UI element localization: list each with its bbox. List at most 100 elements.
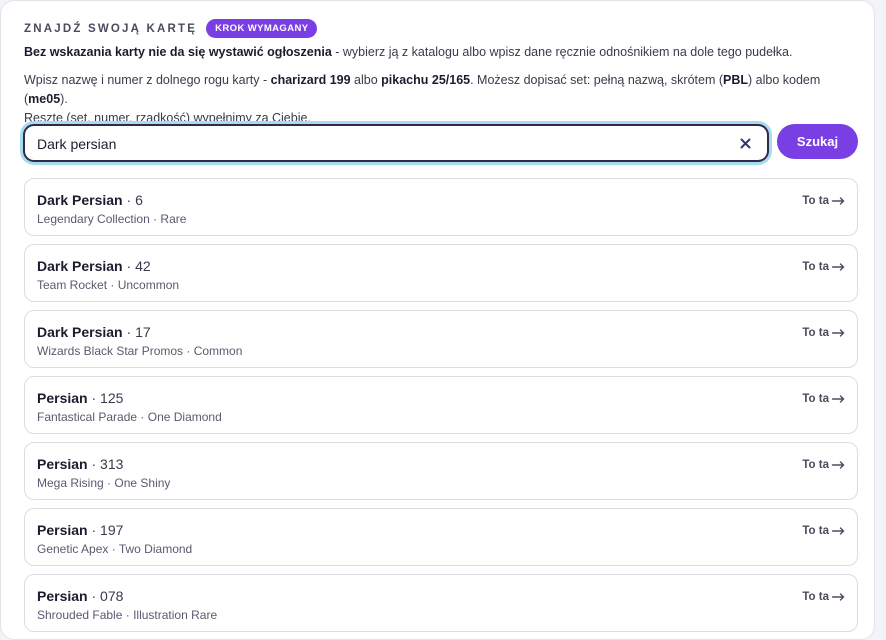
result-separator: · [149, 212, 161, 226]
hint-text-a: Wpisz nazwę i numer z dolnego rogu karty… [24, 73, 271, 87]
result-card-number: 313 [100, 456, 124, 472]
arrow-right-icon [832, 593, 845, 601]
result-rarity: One Shiny [114, 476, 171, 490]
result-card-name: Persian [37, 456, 88, 472]
select-card-button[interactable]: To ta [802, 591, 845, 603]
arrow-right-icon [832, 527, 845, 535]
result-set-name: Legendary Collection [37, 212, 150, 226]
result-title: Persian · 125 [37, 390, 123, 406]
hint-example-1: charizard 199 [270, 73, 351, 87]
result-set-name: Wizards Black Star Promos [37, 344, 184, 358]
results-list: Dark Persian · 6 Legendary Collection · R… [24, 178, 858, 640]
result-set-name: Team Rocket [37, 278, 108, 292]
result-details: Genetic Apex · Two Diamond [37, 542, 192, 556]
arrow-right-icon [832, 197, 845, 205]
result-title: Persian · 197 [37, 522, 123, 538]
result-card-number: 17 [135, 324, 151, 340]
result-card-number: 078 [100, 588, 124, 604]
result-title: Persian · 078 [37, 588, 123, 604]
result-separator: · [87, 588, 101, 604]
result-item[interactable]: Dark Persian · 42 Team Rocket · Uncommon T… [24, 244, 858, 302]
hint-text-f: ). [60, 92, 68, 106]
result-card-number: 42 [135, 258, 151, 274]
result-card-name: Dark Persian [37, 324, 123, 340]
select-card-button[interactable]: To ta [802, 393, 845, 405]
result-card-name: Dark Persian [37, 192, 123, 208]
result-item[interactable]: Persian · 197 Genetic Apex · Two Diamond T… [24, 508, 858, 566]
card-search-panel: ZNAJDŹ SWOJĄ KARTĘ KROK WYMAGANY Bez wsk… [0, 0, 875, 640]
result-set-name: Genetic Apex [37, 542, 109, 556]
result-rarity: Two Diamond [118, 542, 193, 556]
search-field [23, 124, 769, 162]
result-separator: · [87, 522, 101, 538]
result-card-number: 197 [100, 522, 124, 538]
hint-text-c: albo [350, 73, 382, 87]
result-separator: · [122, 258, 136, 274]
result-separator: · [183, 344, 194, 358]
result-set-name: Shrouded Fable [37, 608, 123, 622]
result-separator: · [108, 542, 119, 556]
select-card-label: To ta [802, 261, 829, 273]
intro-line-2: Wpisz nazwę i numer z dolnego rogu karty… [24, 71, 854, 128]
arrow-right-icon [832, 395, 845, 403]
select-card-label: To ta [802, 525, 829, 537]
result-title: Dark Persian · 42 [37, 258, 151, 274]
section-title: ZNAJDŹ SWOJĄ KARTĘ [24, 22, 198, 35]
arrow-right-icon [832, 329, 845, 337]
result-details: Team Rocket · Uncommon [37, 278, 179, 292]
result-card-number: 125 [100, 390, 124, 406]
result-separator: · [87, 456, 101, 472]
arrow-right-icon [832, 263, 845, 271]
select-card-button[interactable]: To ta [802, 261, 845, 273]
result-title: Dark Persian · 6 [37, 192, 143, 208]
select-card-label: To ta [802, 393, 829, 405]
result-item[interactable]: Persian · 313 Mega Rising · One Shiny To t… [24, 442, 858, 500]
select-card-label: To ta [802, 459, 829, 471]
select-card-button[interactable]: To ta [802, 195, 845, 207]
hint-set-abbrev: PBL [723, 73, 748, 87]
result-item[interactable]: Dark Persian · 6 Legendary Collection · R… [24, 178, 858, 236]
clear-search-button[interactable] [735, 133, 755, 153]
result-details: Legendary Collection · Rare [37, 212, 186, 226]
select-card-button[interactable]: To ta [802, 525, 845, 537]
select-card-button[interactable]: To ta [802, 459, 845, 471]
close-icon [740, 138, 750, 148]
result-card-number: 6 [135, 192, 143, 208]
hint-set-code: me05 [28, 92, 61, 106]
result-separator: · [137, 410, 148, 424]
result-rarity: One Diamond [147, 410, 222, 424]
result-separator: · [103, 476, 115, 490]
result-details: Shrouded Fable · Illustration Rare [37, 608, 217, 622]
intro-rest-text: - wybierz ją z katalogu albo wpisz dane … [331, 45, 793, 59]
hint-text-d: . Możesz dopisać set: pełną nazwą, skrót… [470, 73, 723, 87]
result-rarity: Common [193, 344, 243, 358]
result-separator: · [122, 608, 134, 622]
result-details: Fantastical Parade · One Diamond [37, 410, 222, 424]
result-set-name: Mega Rising [37, 476, 104, 490]
search-button[interactable]: Szukaj [777, 124, 858, 159]
result-rarity: Uncommon [117, 278, 180, 292]
result-card-name: Persian [37, 522, 88, 538]
result-card-name: Persian [37, 390, 88, 406]
result-item[interactable]: Persian · 078 Shrouded Fable · Illustrati… [24, 574, 858, 632]
result-title: Dark Persian · 17 [37, 324, 151, 340]
search-input[interactable] [37, 134, 727, 154]
select-card-label: To ta [802, 591, 829, 603]
result-details: Wizards Black Star Promos · Common [37, 344, 242, 358]
required-step-badge: KROK WYMAGANY [206, 19, 318, 38]
heading-row: ZNAJDŹ SWOJĄ KARTĘ KROK WYMAGANY [24, 19, 318, 38]
select-card-label: To ta [802, 327, 829, 339]
result-details: Mega Rising · One Shiny [37, 476, 170, 490]
result-item[interactable]: Dark Persian · 17 Wizards Black Star Prom… [24, 310, 858, 368]
select-card-button[interactable]: To ta [802, 327, 845, 339]
result-separator: · [122, 324, 136, 340]
result-card-name: Dark Persian [37, 258, 123, 274]
select-card-label: To ta [802, 195, 829, 207]
result-rarity: Rare [160, 212, 187, 226]
result-item[interactable]: Persian · 125 Fantastical Parade · One Di… [24, 376, 858, 434]
result-separator: · [122, 192, 136, 208]
result-set-name: Fantastical Parade [37, 410, 138, 424]
result-title: Persian · 313 [37, 456, 123, 472]
hint-text-line3: Resztę (set, numer, rzadkość) wypełnimy … [24, 111, 311, 125]
result-separator: · [87, 390, 101, 406]
